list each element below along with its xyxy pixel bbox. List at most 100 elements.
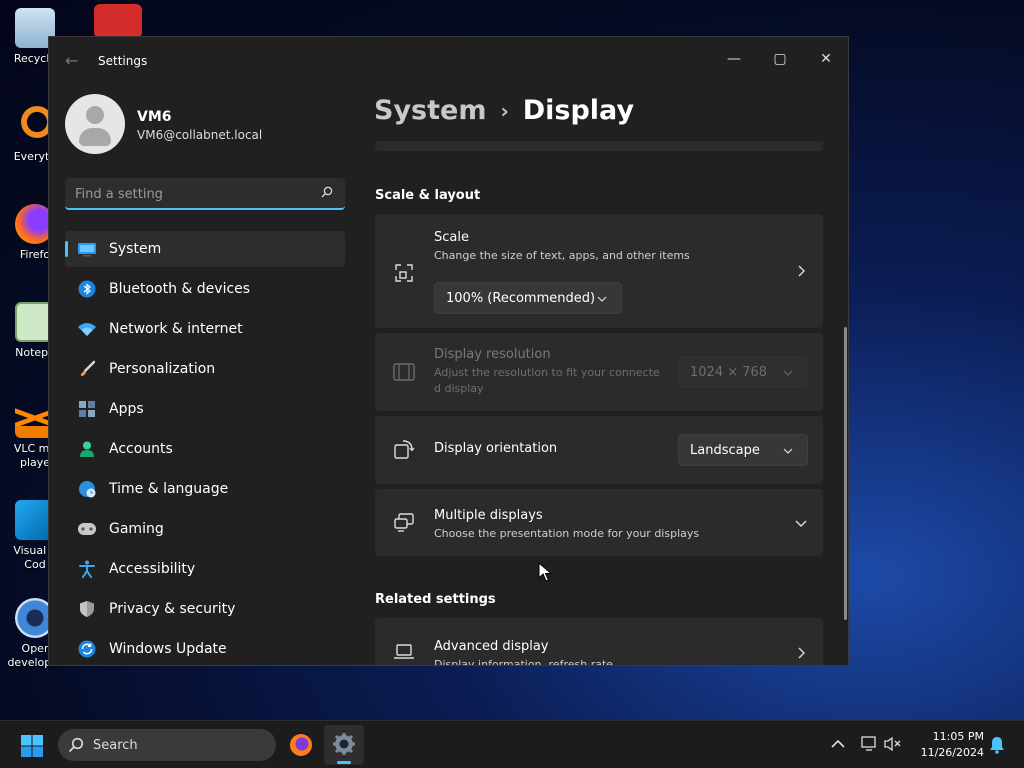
- multiple-displays-title: Multiple displays: [434, 508, 543, 523]
- system-display-icon: [77, 239, 97, 259]
- display-resolution-card: Display resolution Adjust the resolution…: [375, 333, 823, 411]
- scale-card[interactable]: Scale Change the size of text, apps, and…: [375, 214, 823, 328]
- avatar-body: [79, 128, 111, 146]
- advanced-display-card[interactable]: Advanced display Display information, re…: [375, 618, 823, 666]
- scale-dropdown-value: 100% (Recommended): [446, 290, 596, 306]
- chevron-right-icon[interactable]: [795, 647, 807, 659]
- main-content: System › Display Scale & layout Scale Ch…: [359, 85, 848, 666]
- back-arrow-icon[interactable]: ←: [65, 51, 78, 70]
- sidebar-item-personalization[interactable]: Personalization: [65, 351, 345, 387]
- sidebar-nav: System Bluetooth & devices Network & int…: [65, 231, 345, 665]
- advanced-display-subtitle: Display information, refresh rate: [434, 658, 614, 666]
- sidebar-item-label: Gaming: [109, 521, 164, 537]
- breadcrumb: System › Display: [374, 95, 634, 126]
- avatar[interactable]: [65, 94, 125, 154]
- paintbrush-icon: [77, 359, 97, 379]
- multiple-displays-subtitle: Choose the presentation mode for your di…: [434, 527, 700, 540]
- sidebar-item-system[interactable]: System: [65, 231, 345, 267]
- speaker-muted-icon[interactable]: [884, 736, 902, 752]
- sidebar-item-label: Network & internet: [109, 321, 243, 337]
- avatar-head: [86, 106, 104, 124]
- page-title: Display: [522, 95, 635, 126]
- breadcrumb-parent[interactable]: System: [374, 95, 486, 126]
- breadcrumb-separator-icon: ›: [500, 98, 509, 123]
- chevron-down-icon[interactable]: [795, 517, 807, 529]
- notification-bell-icon[interactable]: [989, 736, 1005, 754]
- sidebar-item-label: Apps: [109, 401, 144, 417]
- sidebar-item-label: Personalization: [109, 361, 216, 377]
- title-bar: ← Settings — ▢ ✕: [49, 37, 848, 85]
- search-input[interactable]: [75, 184, 305, 204]
- mouse-cursor-icon: [538, 562, 552, 582]
- sidebar-item-apps[interactable]: Apps: [65, 391, 345, 427]
- network-icon[interactable]: [861, 736, 879, 752]
- sidebar-item-windows-update[interactable]: Windows Update: [65, 631, 345, 665]
- close-button[interactable]: ✕: [803, 43, 848, 75]
- multiple-displays-icon: [394, 513, 414, 532]
- accessibility-icon: [77, 559, 97, 579]
- sidebar: VM6 VM6@collabnet.local System Bluetooth…: [49, 85, 359, 665]
- active-app-indicator: [337, 761, 351, 764]
- laptop-icon: [394, 644, 414, 659]
- chevron-down-icon: [597, 296, 607, 302]
- gear-icon: [333, 733, 355, 755]
- sidebar-item-label: Accessibility: [109, 561, 196, 577]
- advanced-display-title: Advanced display: [434, 639, 549, 654]
- taskbar-settings-app[interactable]: [324, 725, 364, 765]
- sidebar-item-label: Time & language: [109, 481, 229, 497]
- orientation-dropdown-value: Landscape: [690, 442, 760, 458]
- sidebar-item-time-language[interactable]: Time & language: [65, 471, 345, 507]
- maximize-button[interactable]: ▢: [757, 43, 803, 75]
- taskbar: Search 11:05 PM 11/26/2024: [0, 720, 1024, 768]
- chevron-down-icon: [783, 448, 793, 454]
- clock-date: 11/26/2024: [920, 746, 984, 759]
- scale-subtitle: Change the size of text, apps, and other…: [434, 249, 690, 262]
- firefox-icon[interactable]: [289, 733, 313, 757]
- windows-start-icon[interactable]: [20, 734, 44, 758]
- sidebar-item-gaming[interactable]: Gaming: [65, 511, 345, 547]
- display-orientation-card: Display orientation Landscape: [375, 416, 823, 484]
- taskbar-search[interactable]: Search: [58, 729, 276, 761]
- resolution-dropdown-value: 1024 × 768: [690, 364, 768, 380]
- sidebar-item-label: Privacy & security: [109, 601, 236, 617]
- section-title-scale-layout: Scale & layout: [375, 188, 481, 203]
- sidebar-item-bluetooth[interactable]: Bluetooth & devices: [65, 271, 345, 307]
- scale-dropdown[interactable]: 100% (Recommended): [434, 282, 622, 314]
- chevron-up-icon[interactable]: [831, 739, 845, 749]
- minimize-button[interactable]: —: [711, 43, 757, 75]
- sidebar-item-label: Accounts: [109, 441, 173, 457]
- search-box[interactable]: [65, 178, 345, 210]
- user-email: VM6@collabnet.local: [137, 128, 263, 142]
- chevron-right-icon[interactable]: [795, 265, 807, 277]
- sidebar-item-label: Bluetooth & devices: [109, 281, 251, 297]
- settings-window: ← Settings — ▢ ✕ VM6 VM6@collabnet.local…: [48, 36, 849, 666]
- accounts-icon: [77, 439, 97, 459]
- app-logo-icon: [94, 4, 142, 38]
- taskbar-clock[interactable]: 11:05 PM 11/26/2024: [908, 729, 984, 761]
- user-name: VM6: [137, 109, 172, 125]
- search-icon: [68, 737, 84, 753]
- search-icon[interactable]: [321, 186, 333, 198]
- window-title: Settings: [98, 54, 148, 68]
- resolution-dropdown: 1024 × 768: [678, 356, 808, 388]
- resolution-title: Display resolution: [434, 347, 551, 362]
- globe-clock-icon: [77, 479, 97, 499]
- resolution-subtitle-line2: d display: [434, 382, 484, 395]
- sidebar-item-privacy[interactable]: Privacy & security: [65, 591, 345, 627]
- scale-icon: [395, 264, 413, 282]
- sidebar-item-accessibility[interactable]: Accessibility: [65, 551, 345, 587]
- orientation-dropdown[interactable]: Landscape: [678, 434, 808, 466]
- sidebar-item-network[interactable]: Network & internet: [65, 311, 345, 347]
- section-title-related-settings: Related settings: [375, 592, 496, 607]
- apps-icon: [77, 399, 97, 419]
- scale-title: Scale: [434, 230, 469, 245]
- gamepad-icon: [77, 519, 97, 539]
- orientation-title: Display orientation: [434, 441, 558, 456]
- multiple-displays-card[interactable]: Multiple displays Choose the presentatio…: [375, 489, 823, 556]
- orientation-icon: [394, 440, 415, 459]
- content-scrollbar[interactable]: [844, 327, 847, 620]
- bluetooth-icon: [77, 279, 97, 299]
- clock-time: 11:05 PM: [932, 730, 984, 743]
- chevron-down-icon: [783, 370, 793, 376]
- sidebar-item-accounts[interactable]: Accounts: [65, 431, 345, 467]
